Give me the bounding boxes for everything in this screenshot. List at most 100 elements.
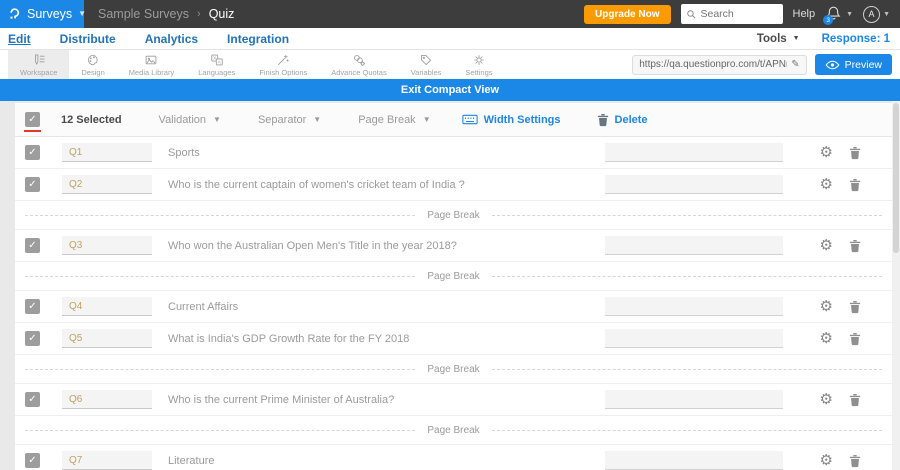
row-settings-gear-icon[interactable]: ⚙: [820, 238, 833, 253]
row-checkbox[interactable]: ✓: [25, 177, 40, 192]
toolbar-item-workspace[interactable]: Workspace: [8, 50, 70, 79]
upgrade-now-button[interactable]: Upgrade Now: [584, 4, 671, 24]
product-switcher[interactable]: Surveys ▼: [0, 0, 87, 28]
width-settings-button[interactable]: Width Settings: [461, 113, 561, 126]
bulk-dropdown-separator[interactable]: Separator ▼: [258, 114, 321, 126]
question-code-input[interactable]: [62, 451, 152, 470]
question-value-input[interactable]: [604, 175, 783, 194]
row-checkbox[interactable]: ✓: [25, 238, 40, 253]
page-break-row: Page Break: [15, 355, 892, 384]
toolbar-item-media-library[interactable]: Media Library: [117, 50, 186, 79]
row-delete-button[interactable]: [849, 146, 861, 160]
page-break-row: Page Break: [15, 262, 892, 291]
toolbar-item-languages[interactable]: X A Languages: [186, 50, 247, 79]
row-delete-button[interactable]: [849, 178, 861, 192]
scrollbar-thumb[interactable]: [893, 103, 899, 253]
media-library-icon: [144, 52, 158, 67]
question-value-input[interactable]: [604, 236, 783, 255]
search-input[interactable]: [700, 8, 771, 20]
finish-options-icon: [276, 52, 290, 67]
survey-toolbar: Workspace Design Media Library X A Languages F…: [0, 50, 900, 79]
row-settings-gear-icon[interactable]: ⚙: [820, 392, 833, 407]
compact-view-bar: Exit Compact View: [0, 79, 900, 101]
row-checkbox[interactable]: ✓: [25, 392, 40, 407]
question-row: ✓ Sports ⚙: [15, 137, 892, 169]
exit-compact-view-button[interactable]: Exit Compact View: [401, 84, 499, 96]
toolbar-item-label: Design: [81, 67, 105, 77]
chevron-down-icon[interactable]: ▼: [883, 11, 890, 18]
row-delete-button[interactable]: [849, 332, 861, 346]
tab-analytics[interactable]: Analytics: [145, 32, 198, 46]
row-checkbox[interactable]: ✓: [25, 299, 40, 314]
question-code-input[interactable]: [62, 236, 152, 255]
scrollbar-track[interactable]: [892, 101, 900, 470]
response-count-link[interactable]: Response: 1: [822, 33, 890, 45]
row-checkbox[interactable]: ✓: [25, 453, 40, 468]
question-text[interactable]: Who won the Australian Open Men's Title …: [168, 240, 605, 252]
survey-url-input[interactable]: [639, 59, 788, 70]
chevron-down-icon[interactable]: ▼: [846, 11, 853, 18]
tab-edit[interactable]: Edit: [8, 32, 31, 46]
bulk-dropdown-validation[interactable]: Validation ▼: [159, 114, 221, 126]
preview-button[interactable]: Preview: [814, 54, 892, 75]
toolbar-item-design[interactable]: Design: [69, 50, 116, 79]
page-break-label: Page Break: [427, 424, 480, 436]
question-value-input[interactable]: [604, 451, 783, 470]
question-value-input[interactable]: [604, 297, 783, 316]
question-value-input[interactable]: [604, 329, 783, 348]
question-code-input[interactable]: [62, 329, 152, 348]
question-value-input[interactable]: [604, 143, 783, 162]
notifications-button[interactable]: 3: [823, 5, 843, 25]
toolbar-item-label: Variables: [410, 67, 442, 77]
question-text[interactable]: Who is the current captain of women's cr…: [168, 179, 605, 191]
question-text[interactable]: Literature: [168, 455, 605, 467]
row-checkbox[interactable]: ✓: [25, 331, 40, 346]
delete-button[interactable]: Delete: [597, 113, 648, 127]
row-settings-gear-icon[interactable]: ⚙: [820, 299, 833, 314]
question-row: ✓ Who won the Australian Open Men's Title…: [15, 230, 892, 262]
question-value-input[interactable]: [604, 390, 783, 409]
select-all-checkbox[interactable]: ✓: [25, 112, 40, 127]
page-break-dashed-line: [491, 429, 883, 431]
toolbar-item-settings[interactable]: Settings: [453, 50, 504, 79]
avatar[interactable]: A: [863, 5, 881, 23]
question-code-input[interactable]: [62, 143, 152, 162]
row-delete-button[interactable]: [849, 393, 861, 407]
help-link[interactable]: Help: [793, 8, 816, 20]
eye-icon: [825, 60, 840, 69]
row-delete-button[interactable]: [849, 300, 861, 314]
edit-url-pencil-icon[interactable]: ✎: [791, 59, 799, 70]
search-box[interactable]: [680, 4, 783, 24]
row-delete-button[interactable]: [849, 454, 861, 468]
toolbar-item-advance-quotas[interactable]: Advance Quotas: [319, 50, 398, 79]
question-text[interactable]: Who is the current Prime Minister of Aus…: [168, 394, 605, 406]
chevron-down-icon: ▼: [78, 9, 87, 18]
question-code-input[interactable]: [62, 297, 152, 316]
row-settings-gear-icon[interactable]: ⚙: [820, 453, 833, 468]
question-text[interactable]: What is India's GDP Growth Rate for the …: [168, 333, 605, 345]
breadcrumb: Sample Surveys › Quiz: [98, 7, 234, 21]
question-code-input[interactable]: [62, 390, 152, 409]
question-text[interactable]: Current Affairs: [168, 301, 605, 313]
row-delete-button[interactable]: [849, 239, 861, 253]
tab-distribute[interactable]: Distribute: [60, 32, 116, 46]
row-settings-gear-icon[interactable]: ⚙: [820, 145, 833, 160]
question-row: ✓ Literature ⚙: [15, 445, 892, 470]
breadcrumb-parent[interactable]: Sample Surveys: [98, 7, 189, 21]
row-settings-gear-icon[interactable]: ⚙: [820, 331, 833, 346]
row-settings-gear-icon[interactable]: ⚙: [820, 177, 833, 192]
questionpro-logo: [10, 8, 20, 19]
bulk-dropdown-page-break[interactable]: Page Break ▼: [358, 114, 430, 126]
tab-integration[interactable]: Integration: [227, 32, 289, 46]
question-code-input[interactable]: [62, 175, 152, 194]
question-row: ✓ Who is the current Prime Minister of Au…: [15, 384, 892, 416]
survey-url-box[interactable]: ✎: [632, 54, 807, 75]
nav-tab-bar: Edit Distribute Analytics Integration Tools…: [0, 28, 900, 50]
tools-menu[interactable]: Tools: [757, 33, 787, 45]
toolbar-item-finish-options[interactable]: Finish Options: [247, 50, 319, 79]
question-text[interactable]: Sports: [168, 147, 605, 159]
width-settings-label: Width Settings: [483, 113, 561, 126]
toolbar-item-variables[interactable]: Variables: [399, 50, 454, 79]
toolbar-item-label: Workspace: [20, 67, 58, 77]
row-checkbox[interactable]: ✓: [25, 145, 40, 160]
